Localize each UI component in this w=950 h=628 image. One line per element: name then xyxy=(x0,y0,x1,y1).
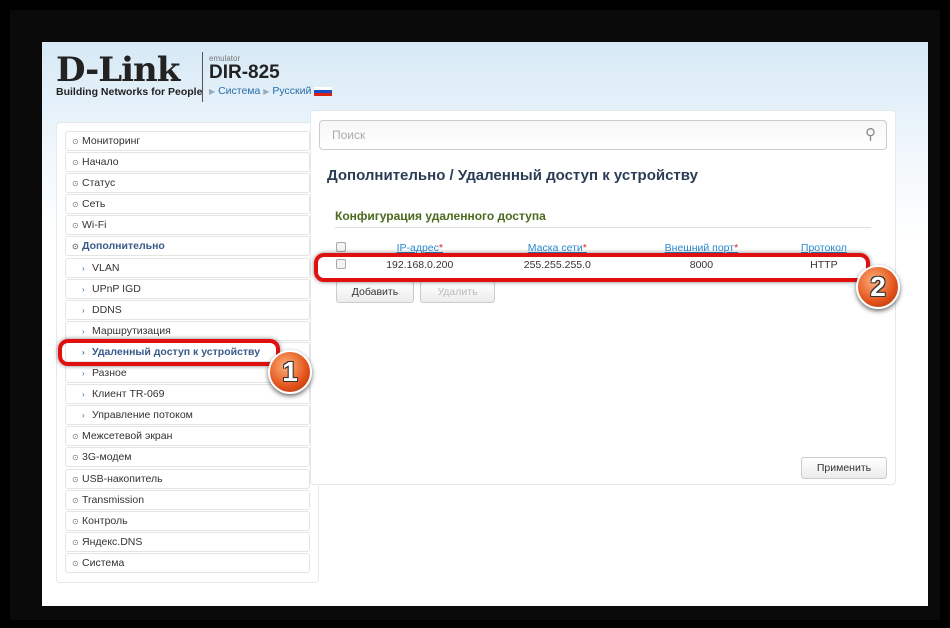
circle-arrow-icon: ⊙ xyxy=(72,558,79,568)
sidebar-item[interactable]: ⊙ Статус xyxy=(65,173,310,194)
sidebar-item[interactable]: › VLAN xyxy=(65,257,310,278)
sidebar-item-label: VLAN xyxy=(92,261,120,274)
language-link[interactable]: Русский xyxy=(272,85,311,97)
sidebar-item-label: Начало xyxy=(82,156,119,169)
chevron-right-icon: › xyxy=(82,390,85,400)
circle-arrow-icon: ⊙ xyxy=(72,537,79,547)
circle-arrow-icon: ⊙ xyxy=(72,495,79,505)
sidebar-item[interactable]: › UPnP IGD xyxy=(65,278,310,299)
step-badge-1: 1 xyxy=(268,350,312,394)
chevron-right-icon: › xyxy=(82,284,85,294)
section-title: Конфигурация удаленного доступа xyxy=(335,209,871,228)
sidebar-item-label: Мониторинг xyxy=(82,135,141,147)
sidebar-item[interactable]: ⊙ 3G-модем xyxy=(65,447,310,468)
divider xyxy=(202,52,203,102)
page-title: Дополнительно / Удаленный доступ к устро… xyxy=(327,167,698,184)
sidebar-item-label: Яндекс.DNS xyxy=(82,535,143,548)
apply-button[interactable]: Применить xyxy=(801,457,887,479)
model-info: emulator DIR-825 ▶ Система ▶ Русский xyxy=(209,54,333,97)
circle-arrow-icon: ⊙ xyxy=(72,137,79,146)
sidebar-item-label: Дополнительно xyxy=(82,240,165,253)
circle-arrow-icon: ⊙ xyxy=(72,200,79,210)
brand: D-Link xyxy=(56,50,180,90)
circle-arrow-icon: ⊙ xyxy=(72,516,79,526)
chevron-right-icon: › xyxy=(82,305,85,315)
screen-frame: D-Link Building Networks for People emul… xyxy=(10,10,940,620)
sidebar-item-label: Система xyxy=(82,556,125,569)
sidebar-item[interactable]: ⊙ Начало xyxy=(65,152,310,173)
select-all-checkbox[interactable] xyxy=(336,241,346,252)
sidebar-item[interactable]: ⊙ Система xyxy=(65,552,310,573)
chevron-right-icon: › xyxy=(82,263,85,273)
sidebar-item[interactable]: › Маршрутизация xyxy=(65,320,310,341)
sidebar-item[interactable]: ⊙ USB-накопитель xyxy=(65,468,310,489)
highlight-menu-item xyxy=(58,339,280,366)
sidebar-item-label: Контроль xyxy=(82,514,128,527)
delete-button[interactable]: Удалить xyxy=(420,281,495,303)
circle-arrow-icon: ⊙ xyxy=(72,242,79,252)
circle-arrow-icon: ⊙ xyxy=(72,221,79,231)
circle-arrow-icon: ⊙ xyxy=(72,453,79,463)
arrow-icon: ▶ xyxy=(263,87,270,96)
sidebar-item[interactable]: › DDNS xyxy=(65,299,310,320)
highlight-table-row xyxy=(314,253,870,282)
sidebar-item[interactable]: ⊙ Контроль xyxy=(65,510,310,531)
add-button[interactable]: Добавить xyxy=(336,281,414,303)
model-name: DIR-825 xyxy=(209,62,280,83)
sidebar-item-label: DDNS xyxy=(92,303,122,316)
circle-arrow-icon: ⊙ xyxy=(72,474,79,484)
circle-arrow-icon: ⊙ xyxy=(72,179,79,189)
search-input[interactable]: Поиск ⚲ xyxy=(319,120,887,150)
sidebar-item-label: UPnP IGD xyxy=(92,282,141,295)
sidebar-item-label: Transmission xyxy=(82,493,145,506)
sidebar-item[interactable]: ⊙ Wi-Fi xyxy=(65,215,310,236)
sidebar-item-label: 3G-модем xyxy=(82,451,132,464)
sidebar-item-label: Разное xyxy=(92,367,127,380)
chevron-right-icon: › xyxy=(82,411,85,421)
sidebar-item-label: Управление потоком xyxy=(92,409,193,422)
sidebar-item-label: Межсетевой экран xyxy=(82,430,173,443)
top-links: ▶ Система ▶ Русский xyxy=(209,85,333,97)
circle-arrow-icon: ⊙ xyxy=(72,158,79,168)
circle-arrow-icon: ⊙ xyxy=(72,432,79,442)
main-panel: Поиск ⚲ Дополнительно / Удаленный доступ … xyxy=(310,110,896,485)
sidebar-item[interactable]: ⊙ Transmission xyxy=(65,489,310,510)
search-placeholder: Поиск xyxy=(332,128,366,142)
sidebar-item[interactable]: ⊙ Мониторинг xyxy=(65,131,310,151)
sidebar-item-label: Маршрутизация xyxy=(92,324,171,337)
search-icon[interactable]: ⚲ xyxy=(865,121,876,149)
arrow-icon: ▶ xyxy=(209,87,216,96)
tagline: Building Networks for People xyxy=(56,86,203,98)
sidebar-item[interactable]: ⊙ Сеть xyxy=(65,194,310,215)
system-link[interactable]: Система xyxy=(218,85,260,97)
sidebar-item[interactable]: ⊙ Яндекс.DNS xyxy=(65,531,310,552)
sidebar-item-label: Сеть xyxy=(82,198,106,211)
sidebar-item-label: Статус xyxy=(82,177,116,190)
russian-flag-icon[interactable] xyxy=(314,86,333,96)
sidebar-item[interactable]: ⊙ Дополнительно xyxy=(65,236,310,257)
router-page: D-Link Building Networks for People emul… xyxy=(42,42,928,606)
sidebar-item-label: Wi-Fi xyxy=(82,219,107,232)
sidebar-item[interactable]: › Управление потоком xyxy=(65,405,310,426)
sidebar-item-label: USB-накопитель xyxy=(82,472,163,485)
step-badge-2: 2 xyxy=(856,265,900,309)
chevron-right-icon: › xyxy=(82,369,85,379)
sidebar-item-label: Клиент TR-069 xyxy=(92,388,165,401)
dlink-logo[interactable]: D-Link Building Networks for People xyxy=(56,50,203,98)
sidebar-item[interactable]: ⊙ Межсетевой экран xyxy=(65,426,310,447)
